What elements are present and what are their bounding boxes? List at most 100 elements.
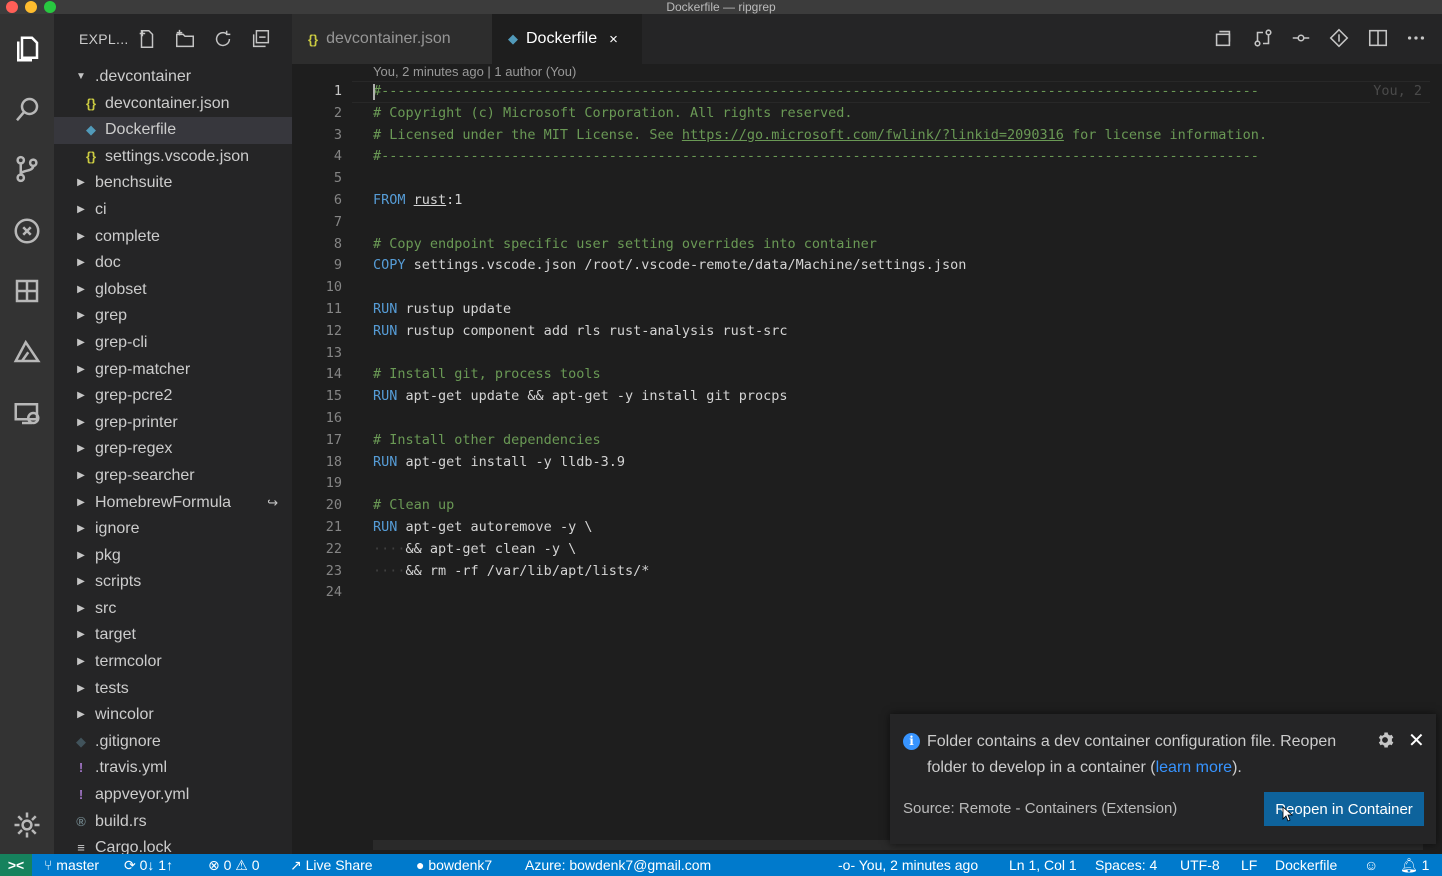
tree-item[interactable]: ▶ wincolor: [54, 702, 292, 729]
settings-gear-icon[interactable]: [0, 800, 54, 850]
chevron-right-icon[interactable]: ▶: [74, 622, 88, 649]
chevron-right-icon[interactable]: ▶: [74, 410, 88, 437]
code-line[interactable]: 11 RUN rustup update: [292, 299, 1442, 321]
remote-indicator[interactable]: ><: [0, 854, 32, 876]
new-folder-icon[interactable]: [174, 28, 196, 50]
code-line[interactable]: 21 RUN apt-get autoremove -y \: [292, 517, 1442, 539]
tree-item[interactable]: ▶ grep-printer: [54, 410, 292, 437]
code-line[interactable]: 2 # Copyright (c) Microsoft Corporation. …: [292, 103, 1442, 125]
remote-explorer-icon[interactable]: [0, 388, 54, 438]
chevron-right-icon[interactable]: ▶: [74, 463, 88, 490]
tree-item[interactable]: ▶ doc: [54, 250, 292, 277]
notification-settings-icon[interactable]: [1375, 730, 1397, 752]
tree-item[interactable]: ▶ ci: [54, 197, 292, 224]
tree-item[interactable]: ! appveyor.yml: [54, 782, 292, 809]
code-line[interactable]: 23 ····&& rm -rf /var/lib/apt/lists/*: [292, 561, 1442, 583]
code-line[interactable]: 4 #--------------------------------------…: [292, 146, 1442, 168]
tree-item[interactable]: ▶ target: [54, 622, 292, 649]
feedback-icon[interactable]: ☺: [1364, 854, 1378, 876]
open-changes-icon[interactable]: [1212, 27, 1236, 51]
code-lines[interactable]: 1 #--------------------------------------…: [292, 81, 1442, 604]
compare-icon[interactable]: [1252, 27, 1276, 51]
chevron-right-icon[interactable]: ▶: [74, 702, 88, 729]
code-line[interactable]: 1 #--------------------------------------…: [292, 81, 1442, 103]
collapse-all-icon[interactable]: [250, 28, 272, 50]
notifications-bell[interactable]: 🔔︎ 1: [1400, 854, 1429, 876]
code-line[interactable]: 14 # Install git, process tools: [292, 364, 1442, 386]
tree-item[interactable]: ▶ grep-searcher: [54, 463, 292, 490]
tree-item[interactable]: ▶ benchsuite: [54, 170, 292, 197]
tree-item[interactable]: ▶ src: [54, 596, 292, 623]
code-line[interactable]: 18 RUN apt-get install -y lldb-3.9: [292, 452, 1442, 474]
tree-item[interactable]: ◆ Dockerfile: [54, 117, 292, 144]
tree-item[interactable]: {} settings.vscode.json: [54, 144, 292, 171]
git-lens-icon[interactable]: [1328, 27, 1352, 51]
code-line[interactable]: 3 # Licensed under the MIT License. See h…: [292, 125, 1442, 147]
chevron-right-icon[interactable]: ▶: [74, 596, 88, 623]
code-line[interactable]: 15 RUN apt-get update && apt-get -y insta…: [292, 386, 1442, 408]
more-actions-icon[interactable]: [1405, 27, 1429, 51]
refresh-icon[interactable]: [212, 28, 234, 50]
branch-indicator[interactable]: ⑂ master: [44, 854, 99, 876]
chevron-right-icon[interactable]: ▶: [74, 676, 88, 703]
tree-item[interactable]: ▶ pkg: [54, 543, 292, 570]
code-line[interactable]: 22 ····&& apt-get clean -y \: [292, 539, 1442, 561]
code-line[interactable]: 17 # Install other dependencies: [292, 430, 1442, 452]
license-link[interactable]: https://go.microsoft.com/fwlink/?linkid=…: [682, 127, 1064, 143]
code-line[interactable]: 9 COPY settings.vscode.json /root/.vscode…: [292, 255, 1442, 277]
github-account[interactable]: ● bowdenk7: [416, 854, 492, 876]
azure-account[interactable]: Azure: bowdenk7@gmail.com: [525, 854, 711, 876]
tree-item[interactable]: ◆ .gitignore: [54, 729, 292, 756]
chevron-right-icon[interactable]: ▶: [74, 224, 88, 251]
end-of-line[interactable]: LF: [1241, 854, 1257, 876]
sync-indicator[interactable]: ⟳ 0↓ 1↑: [124, 854, 173, 876]
tree-item[interactable]: ▶ scripts: [54, 569, 292, 596]
close-tab-icon[interactable]: ×: [609, 31, 618, 48]
tree-item[interactable]: ▶ grep-pcre2: [54, 383, 292, 410]
code-line[interactable]: 24: [292, 582, 1442, 604]
blame-status[interactable]: -o- You, 2 minutes ago: [838, 854, 978, 876]
tree-item[interactable]: {} devcontainer.json: [54, 91, 292, 118]
code-line[interactable]: 20 # Clean up: [292, 495, 1442, 517]
tree-item[interactable]: ▶ termcolor: [54, 649, 292, 676]
split-editor-icon[interactable]: [1367, 27, 1391, 51]
chevron-right-icon[interactable]: ▶: [74, 516, 88, 543]
learn-more-link[interactable]: learn more: [1156, 759, 1232, 776]
code-line[interactable]: 19: [292, 473, 1442, 495]
files-icon[interactable]: [0, 24, 54, 74]
tree-item[interactable]: ! .travis.yml: [54, 755, 292, 782]
tree-item[interactable]: ® build.rs: [54, 809, 292, 836]
chevron-right-icon[interactable]: ▶: [74, 197, 88, 224]
tree-item[interactable]: ≡ Cargo.lock: [54, 835, 292, 854]
code-line[interactable]: 13: [292, 343, 1442, 365]
indentation[interactable]: Spaces: 4: [1095, 854, 1157, 876]
tree-item[interactable]: ▶ tests: [54, 676, 292, 703]
tree-item[interactable]: ▶ grep-matcher: [54, 357, 292, 384]
chevron-right-icon[interactable]: ▶: [74, 543, 88, 570]
chevron-right-icon[interactable]: ▶: [74, 277, 88, 304]
chevron-right-icon[interactable]: ▶: [74, 490, 88, 517]
close-notification-icon[interactable]: ✕: [1408, 728, 1425, 753]
chevron-right-icon[interactable]: ▶: [74, 170, 88, 197]
code-line[interactable]: 7: [292, 212, 1442, 234]
code-line[interactable]: 5: [292, 168, 1442, 190]
chevron-right-icon[interactable]: ▶: [74, 250, 88, 277]
tree-item[interactable]: ▶ HomebrewFormula ↪: [54, 490, 292, 517]
cursor-position[interactable]: Ln 1, Col 1: [1009, 854, 1077, 876]
tab-devcontainer-json[interactable]: {} devcontainer.json: [292, 14, 492, 64]
chevron-right-icon[interactable]: ▶: [74, 303, 88, 330]
new-file-icon[interactable]: [136, 28, 158, 50]
encoding[interactable]: UTF-8: [1180, 854, 1220, 876]
tree-item[interactable]: ▶ globset: [54, 277, 292, 304]
tree-item[interactable]: ▶ ignore: [54, 516, 292, 543]
tree-item[interactable]: ▼ .devcontainer: [54, 64, 292, 91]
chevron-right-icon[interactable]: ▶: [74, 569, 88, 596]
chevron-down-icon[interactable]: ▼: [74, 64, 88, 91]
problems-indicator[interactable]: ⊗ 0 ⚠ 0: [208, 854, 260, 876]
code-line[interactable]: 10: [292, 277, 1442, 299]
debug-icon[interactable]: [0, 206, 54, 256]
chevron-right-icon[interactable]: ▶: [74, 649, 88, 676]
extensions-icon[interactable]: [0, 266, 54, 316]
tree-item[interactable]: ▶ grep-cli: [54, 330, 292, 357]
toggle-blame-icon[interactable]: [1290, 27, 1314, 51]
